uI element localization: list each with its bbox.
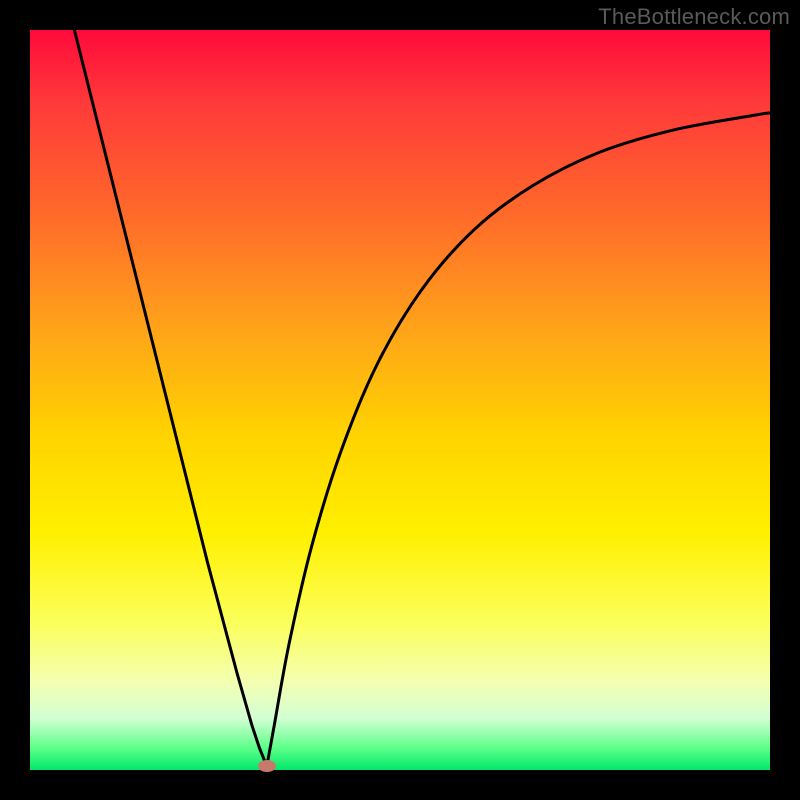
watermark-text: TheBottleneck.com: [598, 4, 790, 30]
bottleneck-curve: [30, 30, 770, 770]
minimum-marker: [258, 760, 276, 772]
curve-left-branch: [74, 30, 266, 766]
curve-right-branch: [267, 113, 770, 766]
